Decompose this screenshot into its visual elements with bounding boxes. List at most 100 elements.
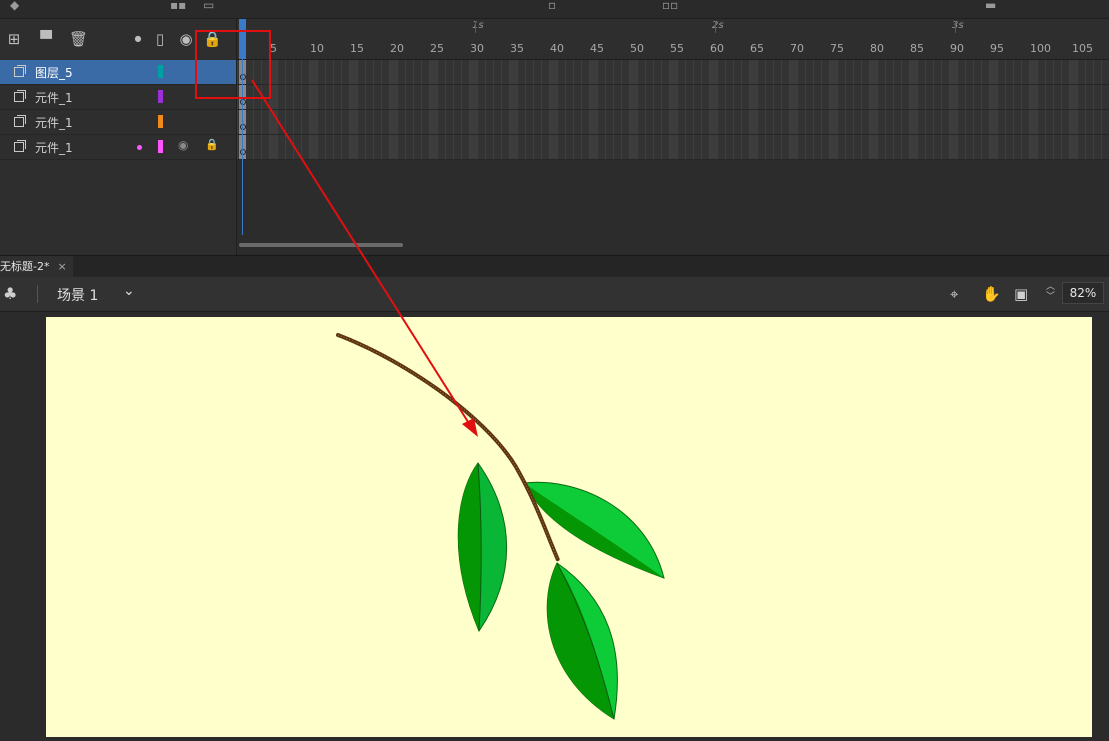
second-marker: 1s [472, 20, 484, 31]
frame-ruler[interactable]: 1s 2s 3s 5 10 15 20 25 30 35 40 45 50 55… [237, 19, 1109, 60]
layer-icon [14, 140, 26, 152]
folder-icon[interactable]: ▀ [37, 30, 55, 48]
crosshair-icon[interactable]: ⌖ [950, 285, 958, 303]
frame-marker-col [270, 60, 277, 160]
playhead[interactable] [239, 19, 246, 59]
layer-panel: ⊞ ▀ 🗑 ● ▯ ◉ 🔒 图层_5 元件_1 元件_1 元件_1 ◉ 🔒 [0, 19, 237, 255]
frame-number: 30 [470, 42, 484, 55]
frame-marker-col [630, 60, 637, 160]
frame-number: 65 [750, 42, 764, 55]
frame-marker-col [750, 60, 757, 160]
frame-marker-col [990, 60, 997, 160]
layer-row-2[interactable]: 元件_1 [0, 85, 236, 110]
separator [37, 285, 38, 303]
layer-name: 元件_1 [35, 91, 73, 105]
frame-number: 80 [870, 42, 884, 55]
frame-marker-col [950, 60, 957, 160]
second-tick [715, 21, 716, 33]
second-tick [955, 21, 956, 33]
frame-number: 15 [350, 42, 364, 55]
frame-marker-col [830, 60, 837, 160]
lock-icon[interactable]: 🔒 [205, 138, 219, 151]
layer-icon [14, 90, 26, 102]
top-toolbar-strip: ◆ ▪▪ ▭ ▫ ▫▫ ▬ [0, 0, 1109, 19]
frame-marker-col [550, 60, 557, 160]
clip-icon[interactable]: ▣ [1014, 285, 1028, 303]
leaf-artwork[interactable] [46, 317, 1092, 737]
horizontal-scrollbar[interactable] [239, 243, 403, 247]
frame-marker-col [670, 60, 677, 160]
highlight-dot-icon[interactable] [137, 145, 142, 150]
frame-number: 20 [390, 42, 404, 55]
frame-number: 100 [1030, 42, 1051, 55]
scene-name[interactable]: 场景 1 [57, 285, 98, 305]
frame-number: 55 [670, 42, 684, 55]
scene-bar: ♣ 场景 1 ⌄ ⌖ ✋ ▣ ︿ ﹀ 82% [0, 277, 1109, 312]
frame-row-divider [237, 134, 1109, 135]
document-tab-title: 无标题-2* [0, 260, 50, 273]
stage-canvas[interactable] [46, 317, 1092, 737]
frame-marker-col [590, 60, 597, 160]
frame-marker-col [470, 60, 477, 160]
frame-number: 85 [910, 42, 924, 55]
frame-number: 5 [270, 42, 277, 55]
layer-icon [14, 115, 26, 127]
close-icon[interactable]: × [57, 260, 66, 273]
frame-number: 40 [550, 42, 564, 55]
new-layer-icon[interactable]: ⊞ [5, 30, 23, 48]
zoom-input[interactable]: 82% [1062, 282, 1104, 304]
lock-icon[interactable]: 🔒 [203, 30, 222, 48]
onion-skin-icon[interactable]: ▫ [548, 0, 556, 11]
layer-name: 元件_1 [35, 141, 73, 155]
frame-number: 105 [1072, 42, 1093, 55]
layer-color-swatch[interactable] [158, 65, 163, 78]
layer-color-swatch[interactable] [158, 115, 163, 128]
eye-icon[interactable]: ◉ [177, 30, 195, 48]
frame-row-divider [237, 109, 1109, 110]
stage-area [0, 312, 1109, 737]
frame-marker-col [1070, 60, 1077, 160]
timeline-panel: ◆ ▪▪ ▭ ▫ ▫▫ ▬ ⊞ ▀ 🗑 ● ▯ ◉ 🔒 图层_5 元件_1 元件… [0, 0, 1109, 255]
second-marker: 2s [712, 20, 724, 31]
timeline-view-icon[interactable]: ▭ [203, 0, 214, 11]
zoom-stepper[interactable]: ︿ ﹀ [1046, 282, 1056, 304]
panel-collapse-icon[interactable]: ▬ [985, 0, 996, 11]
trash-icon[interactable]: 🗑 [69, 30, 88, 48]
eye-icon[interactable]: ◉ [178, 138, 188, 152]
frame-marker-col [790, 60, 797, 160]
layer-color-swatch[interactable] [158, 90, 163, 103]
highlight-dot-icon[interactable]: ● [129, 30, 147, 48]
frames-area[interactable]: 1s 2s 3s 5 10 15 20 25 30 35 40 45 50 55… [237, 19, 1109, 255]
hand-icon[interactable]: ✋ [982, 285, 1001, 303]
frame-number: 35 [510, 42, 524, 55]
layer-icon [14, 65, 26, 77]
document-tab-bar: 无标题-2* × [0, 255, 1109, 278]
timeline-options-icon[interactable]: ▪▪ [170, 0, 186, 11]
frame-number: 70 [790, 42, 804, 55]
outline-icon[interactable]: ▯ [151, 30, 169, 48]
frame-grid[interactable] [237, 60, 1109, 160]
frame-marker-col [510, 60, 517, 160]
layer-row-4[interactable]: 元件_1 ◉ 🔒 [0, 135, 236, 160]
chevron-down-icon[interactable]: ⌄ [123, 283, 135, 299]
playhead-line [242, 59, 243, 235]
layer-color-swatch[interactable] [158, 140, 163, 153]
frame-marker-col [1030, 60, 1037, 160]
frame-marker-col [710, 60, 717, 160]
panel-menu-icon[interactable]: ◆ [10, 0, 19, 11]
document-tab[interactable]: 无标题-2* × [0, 256, 73, 278]
layer-name: 图层_5 [35, 66, 73, 80]
frame-marker-col [430, 60, 437, 160]
second-tick [475, 21, 476, 33]
branch-stem[interactable] [336, 333, 560, 562]
frame-number: 75 [830, 42, 844, 55]
edit-multiple-frames-icon[interactable]: ▫▫ [662, 0, 678, 11]
club-icon[interactable]: ♣ [3, 284, 17, 303]
frame-row-divider [237, 159, 1109, 160]
frame-number: 90 [950, 42, 964, 55]
leaf-bottom[interactable] [546, 562, 618, 720]
layer-row-1[interactable]: 图层_5 [0, 60, 236, 85]
leaf-left[interactable] [457, 462, 508, 633]
layer-row-3[interactable]: 元件_1 [0, 110, 236, 135]
second-marker: 3s [952, 20, 964, 31]
